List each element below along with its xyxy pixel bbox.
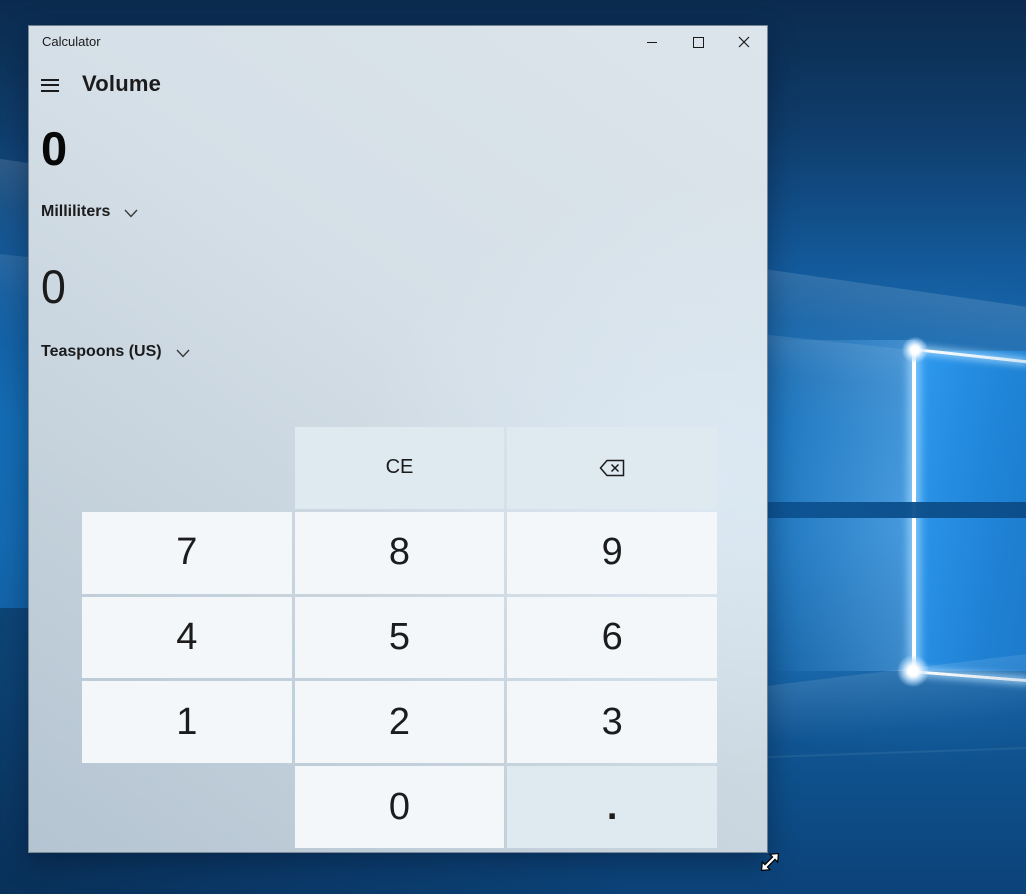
unit-from-label: Milliliters (41, 203, 110, 221)
keypad-empty-cell (82, 427, 292, 509)
digit-6-button[interactable]: 6 (507, 597, 717, 679)
unit-to-dropdown[interactable]: Teaspoons (US) (41, 342, 190, 362)
nav-row: Volume (41, 72, 161, 96)
clear-entry-button[interactable]: CE (295, 427, 505, 509)
digit-8-button[interactable]: 8 (295, 512, 505, 594)
digit-1-button[interactable]: 1 (82, 681, 292, 763)
converter-value-from[interactable]: 0 (41, 125, 67, 172)
windows-logo-pane-bottom (916, 518, 1026, 671)
window-title: Calculator (42, 34, 101, 49)
menu-button[interactable] (41, 79, 59, 92)
wallpaper-pane-glow (768, 340, 916, 502)
digit-9-button[interactable]: 9 (507, 512, 717, 594)
close-icon (738, 36, 750, 48)
close-button[interactable] (721, 26, 767, 58)
digit-7-button[interactable]: 7 (82, 512, 292, 594)
maximize-button[interactable] (675, 26, 721, 58)
minimize-icon (647, 42, 657, 43)
minimize-button[interactable] (629, 26, 675, 58)
chevron-down-icon (176, 349, 190, 358)
unit-from-dropdown[interactable]: Milliliters (41, 202, 138, 222)
converter-value-to[interactable]: 0 (41, 263, 66, 310)
caption-buttons (629, 26, 767, 58)
hamburger-icon (41, 90, 59, 92)
digit-2-button[interactable]: 2 (295, 681, 505, 763)
digit-5-button[interactable]: 5 (295, 597, 505, 679)
digit-0-button[interactable]: 0 (295, 766, 505, 848)
windows-logo-horizontal-band (740, 502, 1026, 518)
digit-4-button[interactable]: 4 (82, 597, 292, 679)
windows-logo-corner-glow (902, 337, 928, 363)
backspace-button[interactable] (507, 427, 717, 509)
backspace-icon (599, 459, 625, 477)
chevron-down-icon (124, 209, 138, 218)
maximize-icon (693, 37, 704, 48)
unit-to-label: Teaspoons (US) (41, 343, 162, 361)
page-title: Volume (82, 71, 161, 97)
wallpaper-pane-glow (768, 518, 916, 671)
keypad: CE 7 8 9 4 5 6 1 2 3 0 . (82, 427, 717, 848)
calculator-window: Calculator Volume 0 Milliliters (28, 25, 768, 853)
windows-logo-pane-top (916, 351, 1026, 502)
digit-3-button[interactable]: 3 (507, 681, 717, 763)
keypad-empty-cell (82, 766, 292, 848)
hamburger-icon (41, 84, 59, 86)
decimal-button[interactable]: . (507, 766, 717, 848)
hamburger-icon (41, 79, 59, 81)
titlebar[interactable]: Calculator (29, 26, 767, 58)
